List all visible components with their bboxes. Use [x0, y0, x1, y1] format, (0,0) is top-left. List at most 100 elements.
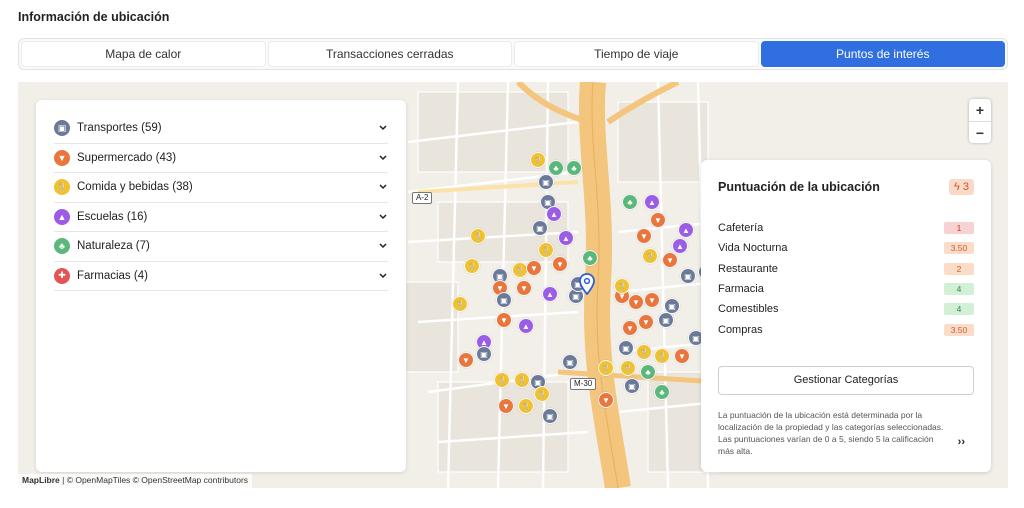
map-marker-school[interactable]: ▲ — [558, 230, 574, 246]
map-marker-food[interactable]: 🍴 — [530, 152, 546, 168]
category-row-schools[interactable]: ▲ Escuelas (16) — [54, 203, 388, 232]
score-label: Cafetería — [718, 222, 764, 235]
category-label: Farmacias (4) — [77, 269, 148, 282]
property-location-pin-icon — [579, 273, 595, 295]
chevron-down-icon[interactable] — [378, 271, 388, 281]
map-marker-supermarket[interactable]: ▼ — [498, 398, 514, 414]
score-pill: 3.50 — [944, 323, 974, 336]
map-marker-nature[interactable]: ♣ — [654, 384, 670, 400]
map-marker-supermarket[interactable]: ▼ — [636, 228, 652, 244]
map-marker-supermarket[interactable]: ▼ — [598, 392, 614, 408]
map-marker-food[interactable]: 🍴 — [538, 242, 554, 258]
score-pill: 2 — [944, 262, 974, 275]
map-marker-supermarket[interactable]: ▼ — [644, 292, 660, 308]
map-marker-school[interactable]: ▲ — [644, 194, 660, 210]
score-row-nightlife: Vida Nocturna 3.50 — [718, 238, 974, 258]
zoom-in-button[interactable]: + — [969, 99, 991, 121]
map-marker-food[interactable]: 🍴 — [518, 398, 534, 414]
map-marker-supermarket[interactable]: ▼ — [622, 320, 638, 336]
map-marker-school[interactable]: ▲ — [542, 286, 558, 302]
section-title: Información de ubicación — [18, 10, 170, 24]
map-marker-food[interactable]: 🍴 — [494, 372, 510, 388]
score-description: La puntuación de la ubicación está deter… — [718, 409, 944, 456]
map-marker-food[interactable]: 🍴 — [598, 360, 614, 376]
map-marker-supermarket[interactable]: ▼ — [650, 212, 666, 228]
map-marker-school[interactable]: ▲ — [518, 318, 534, 334]
category-label: Escuelas (16) — [77, 210, 148, 223]
expand-button[interactable]: ›› — [958, 436, 965, 448]
poi-category-panel: ▣ Transportes (59) ▼ Supermercado (43) 🍴… — [36, 100, 406, 472]
tab-heatmap[interactable]: Mapa de calor — [21, 41, 266, 67]
map-marker-nature[interactable]: ♣ — [582, 250, 598, 266]
map-marker-transport[interactable]: ▣ — [532, 220, 548, 236]
score-label: Vida Nocturna — [718, 242, 788, 255]
map-marker-supermarket[interactable]: ▼ — [674, 348, 690, 364]
map-marker-nature[interactable]: ♣ — [622, 194, 638, 210]
map-marker-supermarket[interactable]: ▼ — [628, 294, 644, 310]
category-label: Supermercado (43) — [77, 151, 177, 164]
medkit-icon: ✚ — [54, 267, 70, 284]
cart-icon: ▼ — [54, 149, 70, 166]
score-pill: 4 — [944, 283, 974, 296]
fork-knife-icon: 🍴 — [54, 179, 70, 196]
score-label: Comestibles — [718, 303, 779, 316]
map-marker-transport[interactable]: ▣ — [624, 378, 640, 394]
chevron-down-icon[interactable] — [378, 153, 388, 163]
category-row-food[interactable]: 🍴 Comida y bebidas (38) — [54, 173, 388, 203]
map-marker-food[interactable]: 🍴 — [642, 248, 658, 264]
map-marker-supermarket[interactable]: ▼ — [638, 314, 654, 330]
map-marker-nature[interactable]: ♣ — [566, 160, 582, 176]
map-marker-food[interactable]: 🍴 — [636, 344, 652, 360]
map-marker-food[interactable]: 🍴 — [470, 228, 486, 244]
map-marker-transport[interactable]: ▣ — [538, 174, 554, 190]
map-marker-supermarket[interactable]: ▼ — [496, 312, 512, 328]
map-marker-supermarket[interactable]: ▼ — [516, 280, 532, 296]
map-marker-food[interactable]: 🍴 — [620, 360, 636, 376]
category-row-transport[interactable]: ▣ Transportes (59) — [54, 114, 388, 144]
graduation-cap-icon: ▲ — [54, 208, 70, 225]
score-title: Puntuación de la ubicación — [718, 180, 880, 194]
tab-travel-time[interactable]: Tiempo de viaje — [514, 41, 759, 67]
map-marker-food[interactable]: 🍴 — [654, 348, 670, 364]
map-marker-school[interactable]: ▲ — [678, 222, 694, 238]
score-row-pharmacy: Farmacia 4 — [718, 279, 974, 299]
map-marker-supermarket[interactable]: ▼ — [458, 352, 474, 368]
score-label: Compras — [718, 323, 763, 336]
overall-score-value: 3 — [962, 181, 969, 193]
map-marker-transport[interactable]: ▣ — [618, 340, 634, 356]
tab-points-of-interest[interactable]: Puntos de interés — [760, 41, 1005, 67]
map-marker-nature[interactable]: ♣ — [640, 364, 656, 380]
map-marker-supermarket[interactable]: ▼ — [552, 256, 568, 272]
road-label-a2: A-2 — [412, 192, 433, 204]
manage-categories-button[interactable]: Gestionar Categorías — [718, 365, 974, 395]
chevron-down-icon[interactable] — [378, 241, 388, 251]
map-marker-food[interactable]: 🍴 — [452, 296, 468, 312]
tab-closed-transactions[interactable]: Transacciones cerradas — [267, 41, 512, 67]
map-marker-school[interactable]: ▲ — [672, 238, 688, 254]
map-marker-nature[interactable]: ♣ — [548, 160, 564, 176]
category-row-nature[interactable]: ♣ Naturaleza (7) — [54, 232, 388, 262]
score-pill: 3.50 — [944, 242, 974, 255]
zoom-out-button[interactable]: − — [969, 121, 991, 143]
category-label: Transportes (59) — [77, 122, 162, 135]
attribution-brand[interactable]: MapLibre — [22, 475, 60, 485]
map-marker-supermarket[interactable]: ▼ — [662, 252, 678, 268]
attribution-text[interactable]: | © OpenMapTiles © OpenStreetMap contrib… — [60, 475, 248, 485]
map-marker-transport[interactable]: ▣ — [496, 292, 512, 308]
map-marker-school[interactable]: ▲ — [546, 206, 562, 222]
map-marker-transport[interactable]: ▣ — [658, 312, 674, 328]
map-marker-transport[interactable]: ▣ — [476, 346, 492, 362]
map-marker-supermarket[interactable]: ▼ — [526, 260, 542, 276]
map-marker-transport[interactable]: ▣ — [542, 408, 558, 424]
category-row-supermarket[interactable]: ▼ Supermercado (43) — [54, 144, 388, 173]
map-marker-transport[interactable]: ▣ — [562, 354, 578, 370]
map-marker-food[interactable]: 🍴 — [534, 386, 550, 402]
map-marker-food[interactable]: 🍴 — [514, 372, 530, 388]
map-marker-transport[interactable]: ▣ — [680, 268, 696, 284]
map-marker-food[interactable]: 🍴 — [464, 258, 480, 274]
chevron-down-icon[interactable] — [378, 123, 388, 133]
chevron-down-icon[interactable] — [378, 182, 388, 192]
chevron-down-icon[interactable] — [378, 212, 388, 222]
map-marker-food[interactable]: 🍴 — [614, 278, 630, 294]
category-row-pharmacies[interactable]: ✚ Farmacias (4) — [54, 262, 388, 291]
